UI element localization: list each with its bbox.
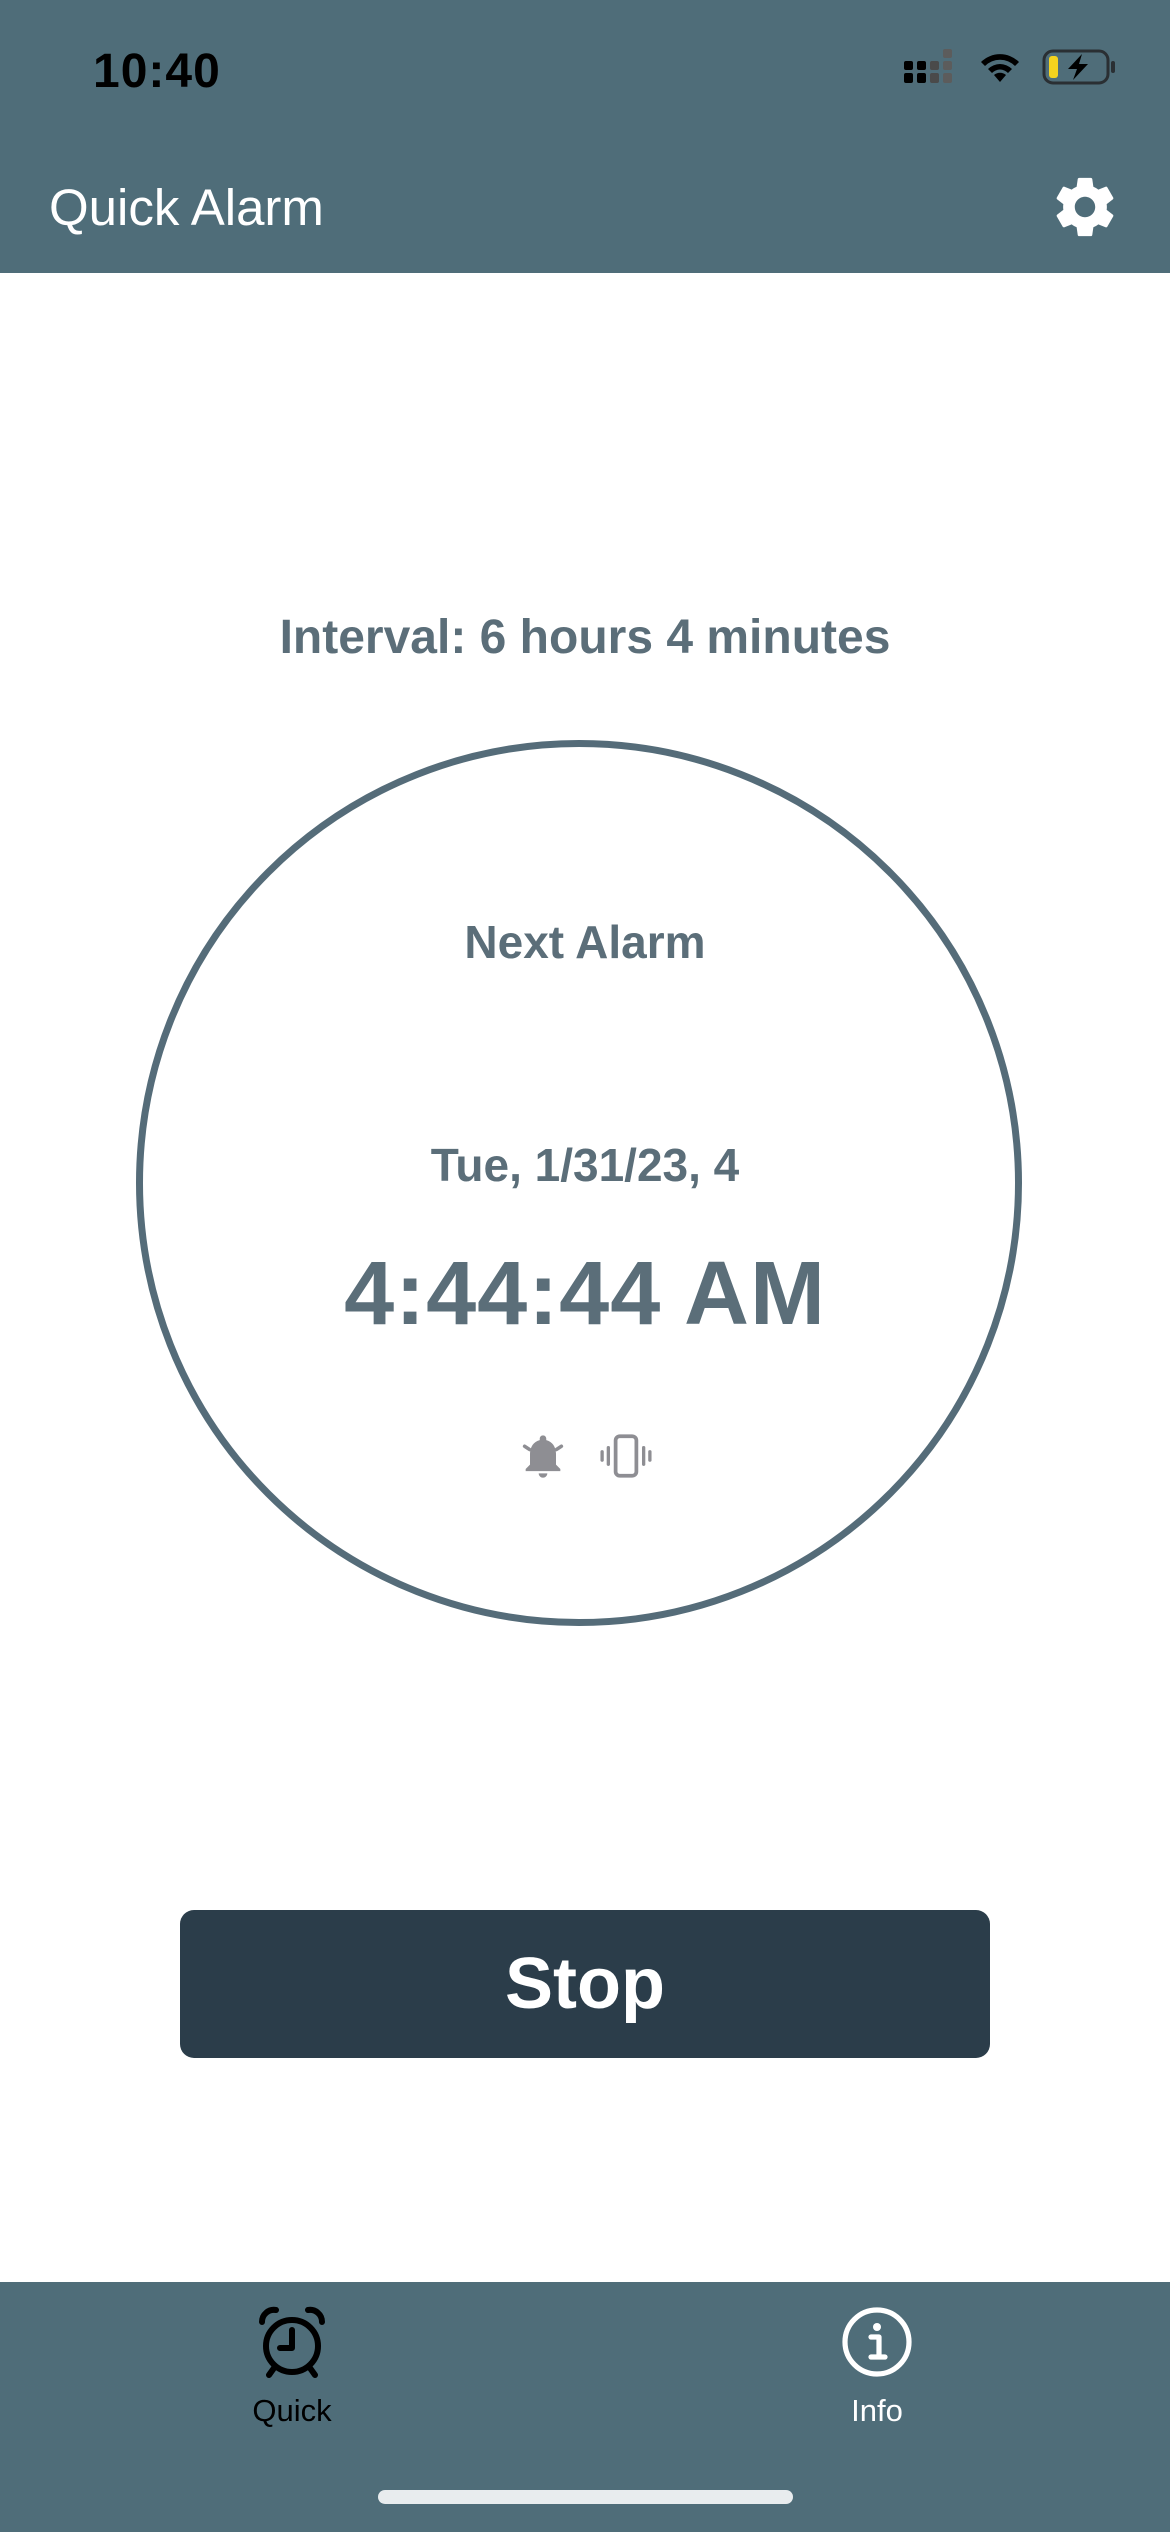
cellular-signal-icon <box>904 49 958 90</box>
home-indicator <box>378 2490 793 2504</box>
page-title: Quick Alarm <box>49 179 324 236</box>
top-bar: 10:40 Quick Alarm <box>0 0 1170 273</box>
next-alarm-label: Next Alarm <box>464 916 706 968</box>
wifi-icon <box>976 49 1024 90</box>
vibrate-icon <box>599 1430 653 1487</box>
status-icons <box>904 48 1118 91</box>
app-screen: 10:40 Quick Alarm Interval: 6 hours 4 mi… <box>0 0 1170 2532</box>
stop-button[interactable]: Stop <box>180 1910 990 2058</box>
status-time: 10:40 <box>93 45 221 98</box>
next-alarm-date: Tue, 1/31/23, 4 <box>430 1139 740 1191</box>
settings-button[interactable] <box>1050 172 1120 242</box>
next-alarm-time: 4:44:44 AM <box>344 1244 826 1344</box>
battery-charging-icon <box>1042 48 1118 91</box>
info-circle-icon <box>837 2302 917 2387</box>
tab-info-label: Info <box>851 2393 903 2428</box>
interval-text: Interval: 6 hours 4 minutes <box>279 611 891 664</box>
alert-icons <box>0 1430 1170 1487</box>
tab-quick-label: Quick <box>252 2393 332 2428</box>
tab-quick[interactable]: Quick <box>182 2302 402 2429</box>
gear-icon <box>1050 177 1120 246</box>
tab-info[interactable]: Info <box>767 2302 987 2429</box>
bell-icon <box>517 1430 569 1487</box>
alarm-clock-icon <box>252 2302 332 2387</box>
